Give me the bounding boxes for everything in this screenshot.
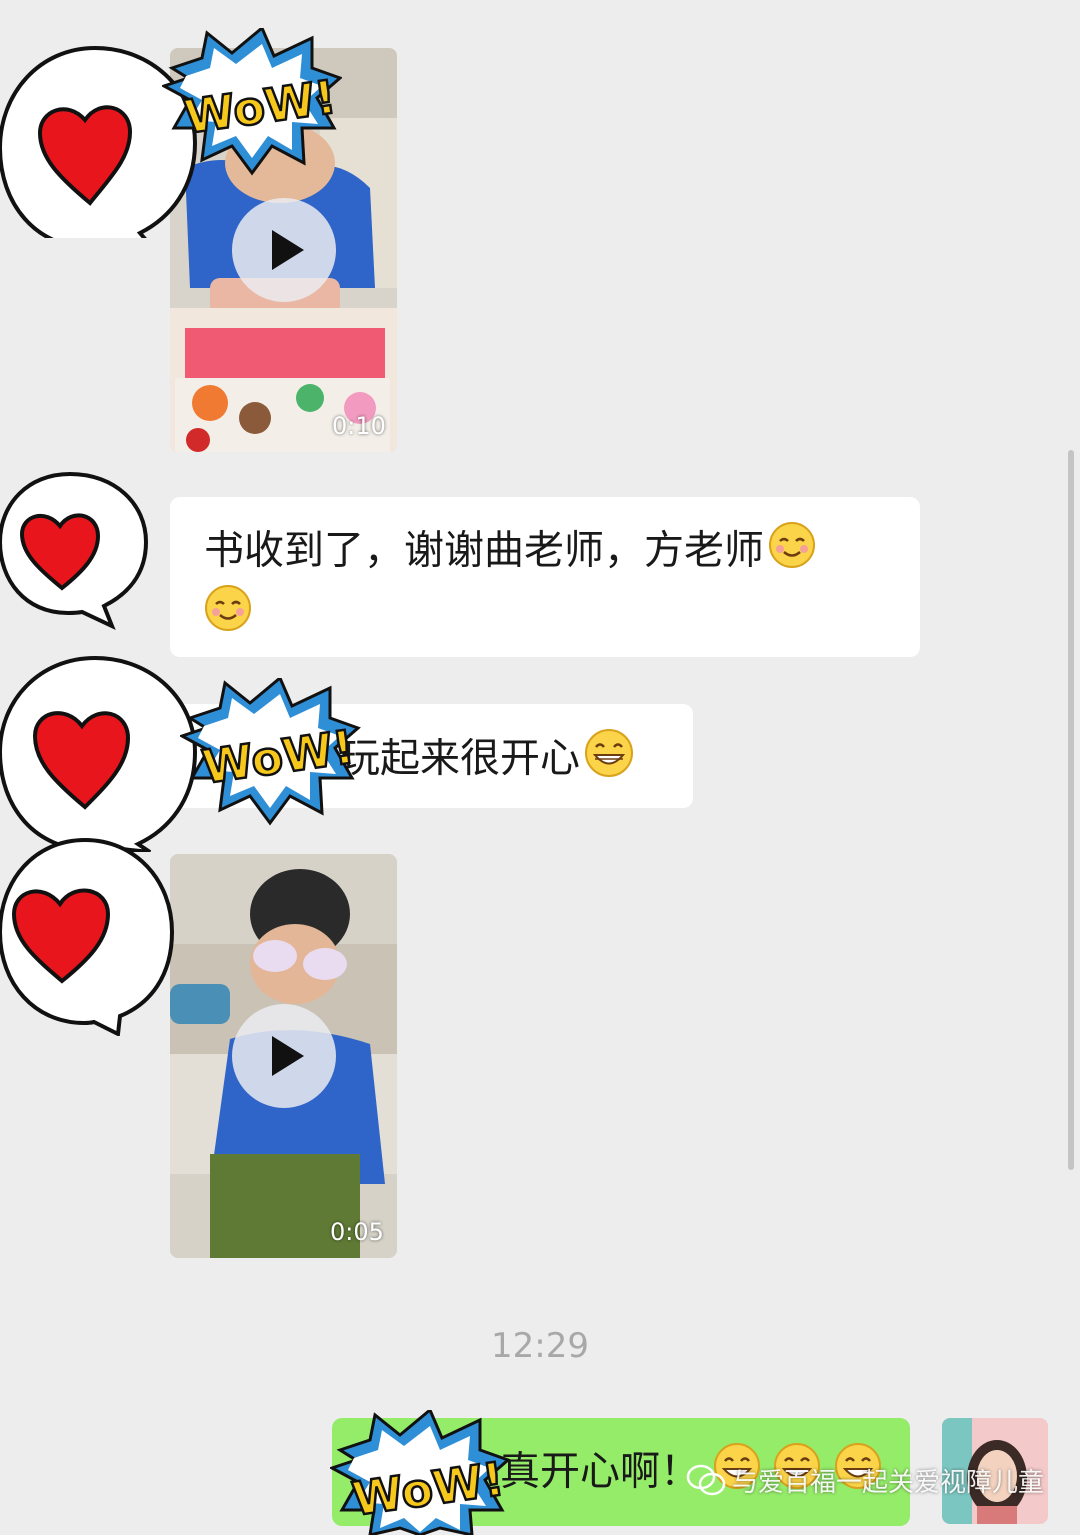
heart-speech-bubble-sticker (0, 471, 149, 630)
scrollbar[interactable] (1068, 450, 1074, 1170)
heart-speech-bubble-sticker (0, 837, 175, 1036)
timestamp: 12:29 (491, 1326, 589, 1366)
grin-emoji-icon (584, 728, 634, 793)
watermark-text: 与爱百福一起关爱视障儿童 (731, 1468, 1044, 1498)
video-duration: 0:10 (332, 412, 386, 440)
wow-burst-sticker: WoW! (162, 28, 342, 176)
play-icon (272, 230, 304, 270)
blush-emoji-icon (768, 521, 816, 584)
wow-burst-sticker: WoW! (180, 678, 361, 826)
wechat-icon (686, 1464, 726, 1503)
watermark: 与爱百福一起关爱视障儿童 (686, 1462, 1044, 1503)
message-text: 书收到了，谢谢曲老师，方老师 (204, 527, 764, 574)
wow-burst-sticker: WoW! (330, 1410, 511, 1535)
message-text: 玩起来很开心 (340, 735, 580, 782)
play-icon (272, 1036, 304, 1076)
heart-speech-bubble-sticker (0, 655, 198, 852)
video-message-2[interactable]: 0:05 (170, 854, 397, 1258)
message-text: 真开心啊！ (500, 1448, 700, 1495)
blush-emoji-icon (204, 584, 252, 647)
play-button[interactable] (232, 1004, 336, 1108)
play-button[interactable] (232, 198, 336, 302)
video-duration: 0:05 (330, 1218, 384, 1246)
message-bubble-1[interactable]: 书收到了，谢谢曲老师，方老师 (170, 497, 920, 657)
